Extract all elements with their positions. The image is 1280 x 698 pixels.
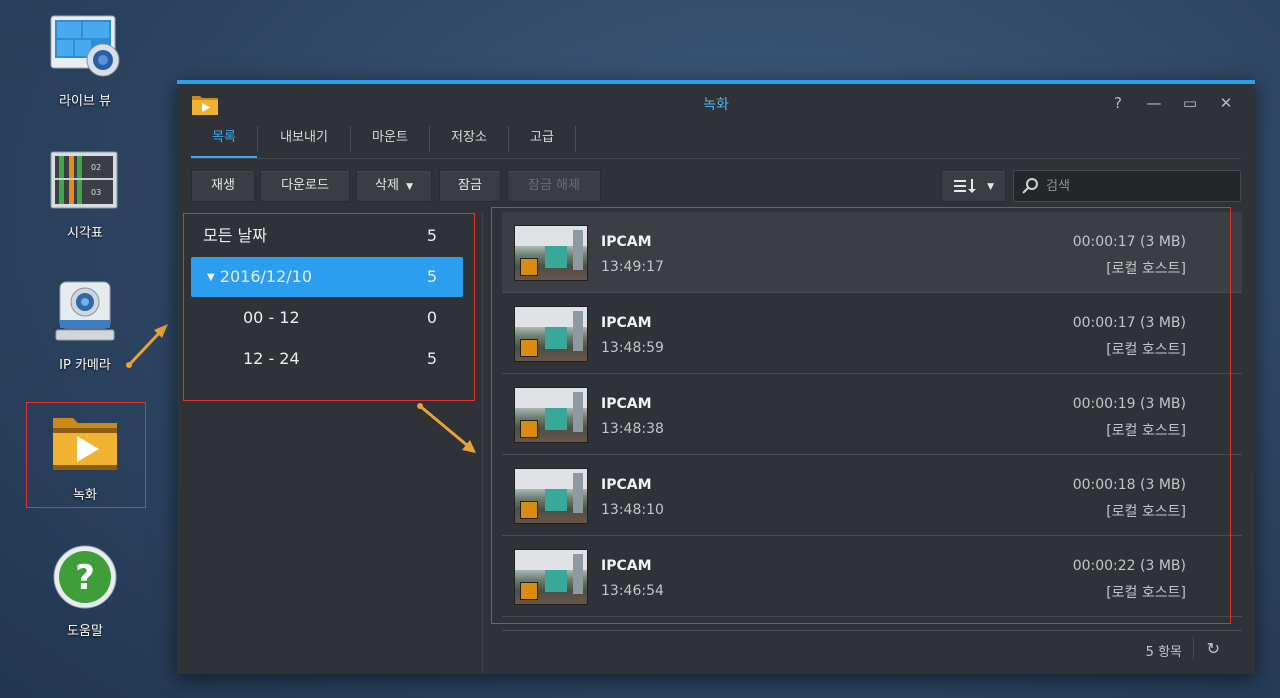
desktop-icon-label: 라이브 뷰 — [59, 94, 111, 109]
desktop-icon-label: 도움말 — [67, 624, 103, 639]
chevron-down-icon: ▼ — [406, 182, 413, 192]
unlock-button[interactable]: 잠금 해제 — [507, 170, 601, 202]
tab-bar: 목록 내보내기 마운트 저장소 고급 — [191, 122, 1241, 159]
help-button[interactable]: ? — [1107, 93, 1129, 113]
play-button[interactable]: 재생 — [191, 170, 255, 202]
search-icon — [1022, 178, 1038, 194]
live-view-icon — [50, 15, 120, 77]
footer-divider — [1193, 637, 1194, 659]
close-button[interactable]: ✕ — [1215, 93, 1237, 113]
minimize-button[interactable]: — — [1143, 93, 1165, 113]
search-input[interactable] — [1044, 171, 1234, 201]
search-field[interactable] — [1013, 170, 1241, 202]
sort-icon — [953, 178, 976, 193]
list-footer: 5 항목 ↻ — [502, 630, 1242, 667]
svg-text:02: 02 — [91, 163, 101, 172]
ip-camera-icon — [55, 281, 115, 341]
lock-button[interactable]: 잠금 — [439, 170, 501, 202]
chevron-down-icon: ▼ — [987, 182, 995, 192]
tab-list[interactable]: 목록 — [191, 122, 257, 158]
tab-export[interactable]: 내보내기 — [258, 122, 350, 158]
svg-text:03: 03 — [91, 188, 101, 197]
tab-divider — [575, 126, 576, 152]
delete-dropdown-button[interactable]: 삭제 ▼ — [356, 170, 432, 202]
tab-storage[interactable]: 저장소 — [430, 122, 508, 158]
sort-button[interactable]: ▼ — [941, 170, 1006, 202]
download-button[interactable]: 다운로드 — [260, 170, 350, 202]
maximize-button[interactable]: ▭ — [1179, 93, 1201, 113]
recording-list-highlight — [491, 207, 1231, 624]
window-title: 녹화 — [703, 97, 729, 113]
recording-icon-highlight — [26, 402, 146, 508]
desktop-icon-help[interactable]: ? 도움말 — [28, 544, 142, 639]
refresh-icon[interactable]: ↻ — [1207, 639, 1220, 658]
desktop-icon-live-view[interactable]: 라이브 뷰 — [28, 14, 142, 109]
tab-mount[interactable]: 마운트 — [351, 122, 429, 158]
help-icon: ? — [53, 545, 117, 609]
date-tree-highlight — [183, 213, 475, 401]
annotation-arrow-icon — [126, 324, 168, 368]
svg-text:?: ? — [75, 558, 95, 598]
item-count: 5 항목 — [1145, 645, 1182, 660]
desktop-icon-label: 시각표 — [67, 226, 103, 241]
delete-label: 삭제 — [375, 178, 399, 193]
title-bar: 녹화 ? — ▭ ✕ — [177, 84, 1255, 124]
desktop-icon-timeline[interactable]: 02 03 시각표 — [28, 150, 142, 241]
timeline-icon: 02 03 — [50, 151, 118, 209]
tab-advanced[interactable]: 고급 — [509, 122, 575, 158]
annotation-arrow-icon — [417, 403, 476, 453]
